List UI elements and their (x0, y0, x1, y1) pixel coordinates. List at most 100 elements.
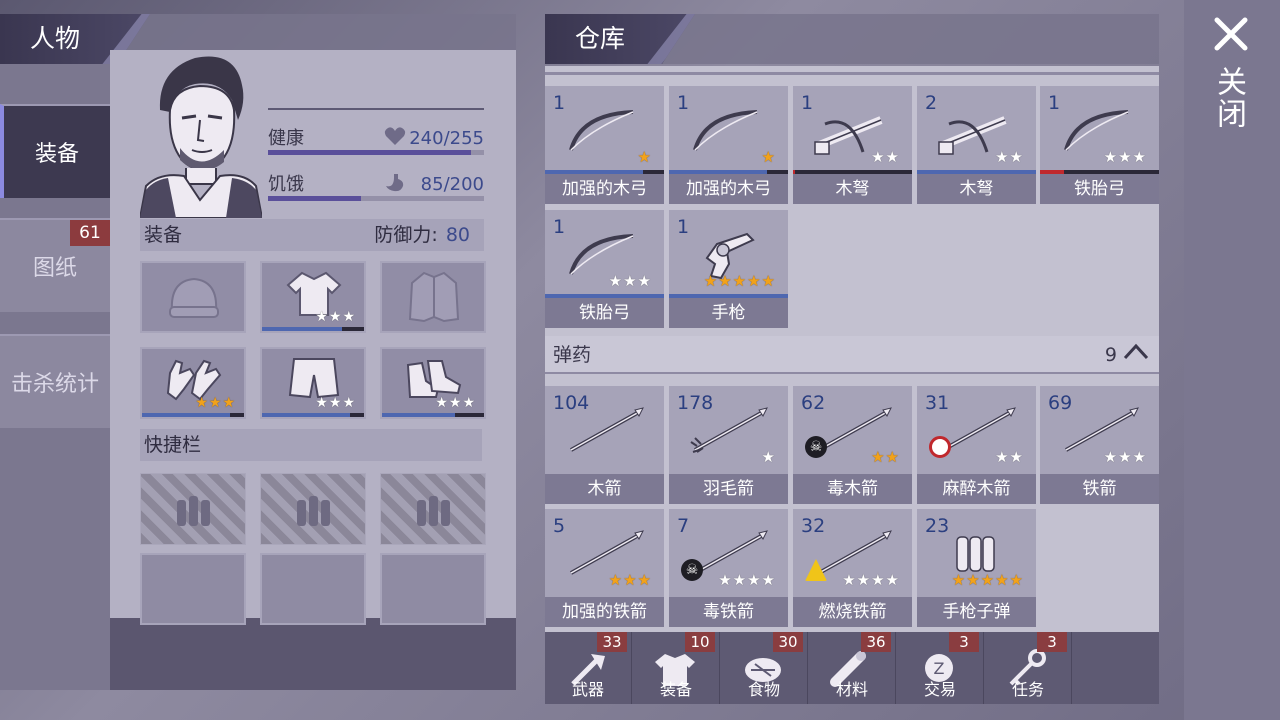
item-quantity: 62 (801, 392, 826, 414)
star-icon: ★ (462, 395, 476, 411)
ammo-placeholder-icon (417, 496, 450, 526)
equip-slot-hands[interactable]: ★★★ (140, 347, 246, 419)
ammo-section-label: 弹药 (553, 344, 592, 366)
category-tab[interactable]: Z 3 交易 (897, 632, 984, 704)
quickbar-slot-2[interactable] (260, 473, 366, 545)
star-icon: ★ (871, 148, 886, 166)
equipment-section-label: 装备 (144, 224, 183, 246)
hunger-label: 饥饿 (268, 174, 304, 195)
star-icon: ★ (1009, 148, 1024, 166)
category-label: 装备 (659, 680, 692, 699)
storage-item[interactable]: 32 ★★★★ 燃烧铁箭 (793, 509, 912, 627)
quickbar-slot-1[interactable] (140, 473, 246, 545)
item-name: 木弩 (793, 174, 912, 204)
storage-item[interactable]: 1 ★★★★★ 手枪 (669, 210, 788, 328)
star-icon: ★ (315, 395, 329, 411)
item-name: 木弩 (917, 174, 1036, 204)
rarity-stars: ★ (638, 148, 652, 166)
quickbar-slot-3[interactable] (380, 473, 486, 545)
rarity-stars: ★★ (871, 148, 900, 166)
rarity-stars: ★★★ (315, 395, 356, 411)
close-icon[interactable] (1214, 12, 1248, 58)
item-quantity: 2 (925, 92, 938, 114)
defense-label: 防御力: (374, 224, 438, 246)
durability-fill (142, 413, 230, 417)
equip-slot-legs[interactable]: ★★★ (260, 347, 366, 419)
storage-item[interactable]: 23 ★★★★★ 手枪子弹 (917, 509, 1036, 627)
equip-slot-feet[interactable]: ★★★ (380, 347, 486, 419)
category-tab[interactable]: 33 武器 (545, 632, 632, 704)
character-footer (110, 618, 516, 690)
tab-equipment[interactable]: 装备 (0, 104, 110, 198)
storage-item[interactable]: 7 ☠ ★★★★ 毒铁箭 (669, 509, 788, 627)
sedative-icon (929, 436, 951, 458)
storage-item[interactable]: 1 ★ 加强的木弓 (545, 86, 664, 204)
star-icon: ★ (995, 571, 1010, 589)
rarity-stars: ★★★ (1104, 448, 1147, 466)
star-icon: ★ (342, 309, 356, 325)
storage-item[interactable]: 1 ★ 加强的木弓 (669, 86, 788, 204)
quickbar-slot-5[interactable] (260, 553, 366, 625)
item-quantity: 1 (677, 92, 690, 114)
star-icon: ★ (951, 571, 967, 589)
item-quantity: 1 (801, 92, 814, 114)
star-icon: ★ (761, 448, 776, 466)
category-badge: 3 (1037, 632, 1067, 652)
star-icon: ★ (995, 448, 1010, 466)
ammo-placeholder-icon (297, 496, 330, 526)
chevron-up-icon[interactable] (1123, 336, 1149, 374)
storage-item[interactable]: 178 ★ 羽毛箭 (669, 386, 788, 504)
storage-item[interactable]: 5 ★★★ 加强的铁箭 (545, 509, 664, 627)
star-icon: ★ (718, 272, 733, 290)
category-tab[interactable]: 10 装备 (633, 632, 720, 704)
storage-item[interactable]: 62 ☠ ★★ 毒木箭 (793, 386, 912, 504)
hunger-value: 85/200 (420, 174, 484, 195)
star-icon: ★ (342, 395, 356, 411)
tab-blueprints[interactable]: 图纸 61 (0, 218, 110, 312)
category-tab[interactable]: 36 材料 (809, 632, 896, 704)
equip-slot-body[interactable]: ★★★ (260, 261, 366, 333)
quickbar-slot-6[interactable] (380, 553, 486, 625)
star-icon: ★ (1132, 448, 1147, 466)
storage-item[interactable]: 1 ★★★ 铁胎弓 (1040, 86, 1159, 204)
storage-item[interactable]: 1 ★★ 木弩 (793, 86, 912, 204)
category-label: 交易 (923, 680, 956, 699)
defense-display: 防御力: 80 (374, 219, 470, 251)
equip-slot-head[interactable] (140, 261, 246, 333)
tab-kill-stats[interactable]: 击杀统计 (0, 334, 110, 428)
category-tab[interactable]: 3 任务 (985, 632, 1072, 704)
storage-item[interactable]: 104 木箭 (545, 386, 664, 504)
quickbar-header: 快捷栏 (140, 429, 482, 461)
blueprints-badge: 61 (70, 220, 110, 246)
star-icon: ★ (732, 571, 748, 589)
item-name: 铁箭 (1040, 474, 1159, 504)
tab-blueprints-label: 图纸 (32, 256, 77, 281)
rarity-stars: ★ (762, 448, 776, 466)
close-label[interactable]: 关闭 (1211, 66, 1250, 130)
star-icon: ★ (747, 272, 762, 290)
star-icon: ★ (761, 571, 776, 589)
category-tab[interactable]: 30 食物 (721, 632, 808, 704)
item-quantity: 7 (677, 515, 690, 537)
equip-slot-outer[interactable] (380, 261, 486, 333)
storage-item[interactable]: 31 ★★ 麻醉木箭 (917, 386, 1036, 504)
health-bar (268, 150, 484, 155)
star-icon: ★ (871, 448, 886, 466)
rarity-stars: ★★★★ (842, 571, 900, 589)
star-icon: ★ (842, 571, 857, 589)
star-icon: ★ (637, 272, 652, 290)
ammo-section-header[interactable]: 弹药 9 (545, 336, 1159, 374)
beanie-icon (169, 277, 219, 318)
storage-item[interactable]: 1 ★★★ 铁胎弓 (545, 210, 664, 328)
rarity-stars: ★★★★★ (704, 272, 776, 290)
item-quantity: 1 (553, 216, 566, 238)
poison-icon: ☠ (805, 436, 827, 458)
star-icon: ★ (732, 272, 748, 290)
health-value: 240/255 (409, 128, 484, 149)
quickbar-slot-4[interactable] (140, 553, 246, 625)
storage-item[interactable]: 69 ★★★ 铁箭 (1040, 386, 1159, 504)
star-icon: ★ (980, 571, 996, 589)
storage-item[interactable]: 2 ★★ 木弩 (917, 86, 1036, 204)
star-icon: ★ (435, 395, 449, 411)
item-quantity: 69 (1048, 392, 1073, 414)
